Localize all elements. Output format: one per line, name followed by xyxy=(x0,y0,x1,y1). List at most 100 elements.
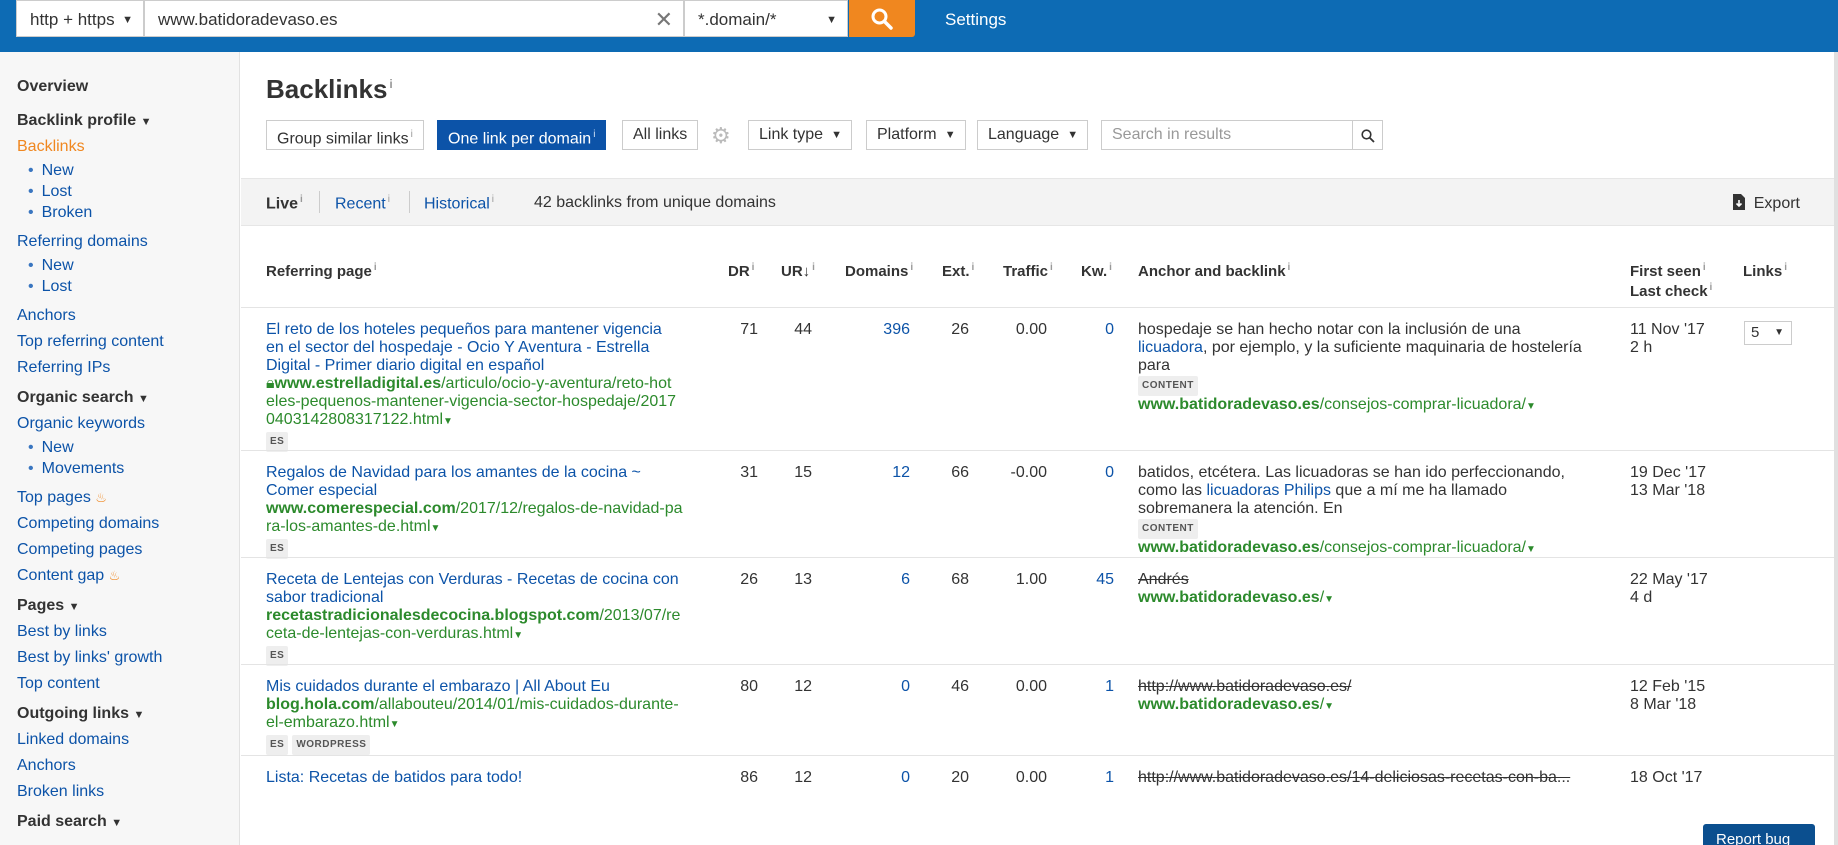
caret-down-icon[interactable]: ▼ xyxy=(1526,401,1536,412)
caret-down-icon[interactable]: ▼ xyxy=(443,416,453,427)
sidebar-item-top-referring-content[interactable]: Top referring content xyxy=(17,329,239,355)
anchor-link[interactable]: licuadoras Philips xyxy=(1206,482,1331,499)
col-first-seen[interactable]: First seen i xyxy=(1630,262,1706,280)
col-referring-page[interactable]: Referring page i xyxy=(266,262,377,280)
kw-value[interactable]: 0 xyxy=(1061,321,1114,339)
domains-value[interactable]: 6 xyxy=(831,571,910,589)
group-similar-links-button[interactable]: Group similar links i xyxy=(266,120,424,150)
col-kw[interactable]: Kw. i xyxy=(1081,262,1112,280)
search-results-button[interactable] xyxy=(1353,120,1383,150)
col-ext[interactable]: Ext. i xyxy=(942,262,974,280)
search-button[interactable] xyxy=(849,0,915,37)
settings-link[interactable]: Settings xyxy=(945,10,1006,30)
referring-page-url[interactable]: 🔒︎www.estrelladigital.es/articulo/ocio-y… xyxy=(266,375,676,428)
url-input[interactable]: www.batidoradevaso.es ✕ xyxy=(144,0,684,37)
search-results-input[interactable]: Search in results xyxy=(1101,120,1353,150)
col-anchor[interactable]: Anchor and backlink i xyxy=(1138,262,1290,280)
sidebar-item-organic-keywords-movements[interactable]: • Movements xyxy=(17,458,239,479)
sidebar-item-organic-keywords[interactable]: Organic keywords xyxy=(17,411,239,437)
one-link-per-domain-button[interactable]: One link per domain i xyxy=(437,120,607,150)
sidebar-section-outgoing-links[interactable]: Outgoing links ▼ xyxy=(17,701,239,727)
sidebar-item-linked-domains[interactable]: Linked domains xyxy=(17,727,239,753)
sidebar-item-backlinks[interactable]: Backlinks xyxy=(17,134,239,160)
kw-value[interactable]: 0 xyxy=(1061,464,1114,482)
backlink-url[interactable]: www.batidoradevaso.es/▼ xyxy=(1138,589,1334,606)
kw-value[interactable]: 1 xyxy=(1061,678,1114,696)
referring-page-title[interactable]: Mis cuidados durante el embarazo | All A… xyxy=(266,678,610,695)
sidebar-item-content-gap[interactable]: Content gap ♨ xyxy=(17,563,239,589)
col-dr[interactable]: DR i xyxy=(728,262,754,280)
col-ur[interactable]: UR↓ i xyxy=(781,262,815,280)
caret-down-icon[interactable]: ▼ xyxy=(1324,594,1334,605)
referring-page-title[interactable]: Lista: Recetas de batidos para todo! xyxy=(266,769,522,786)
sidebar-section-pages[interactable]: Pages ▼ xyxy=(17,593,239,619)
sidebar-item-competing-domains[interactable]: Competing domains xyxy=(17,511,239,537)
export-button[interactable]: Export xyxy=(1732,194,1800,213)
kw-value[interactable]: 45 xyxy=(1061,571,1114,589)
sidebar-item-referring-domains-lost[interactable]: • Lost xyxy=(17,276,239,297)
col-traffic[interactable]: Traffic i xyxy=(1003,262,1053,280)
sidebar-section-organic-search[interactable]: Organic search ▼ xyxy=(17,385,239,411)
backlink-url[interactable]: www.batidoradevaso.es/consejos-comprar-l… xyxy=(1138,396,1536,413)
caret-down-icon[interactable]: ▼ xyxy=(390,719,400,730)
sidebar-section-backlink-profile[interactable]: Backlink profile ▼ xyxy=(17,108,239,134)
sidebar-item-broken-links[interactable]: Broken links xyxy=(17,779,239,805)
scrollbar[interactable] xyxy=(1834,52,1838,845)
referring-page-url[interactable]: www.comerespecial.com/2017/12/regalos-de… xyxy=(266,500,683,535)
link-type-dropdown[interactable]: Link type ▼ xyxy=(748,120,853,150)
mode-select[interactable]: *.domain/* ▼ xyxy=(684,0,848,37)
clear-icon[interactable]: ✕ xyxy=(655,7,673,33)
sidebar-item-top-pages[interactable]: Top pages ♨ xyxy=(17,485,239,511)
referring-page-title[interactable]: Regalos de Navidad para los amantes de l… xyxy=(266,464,641,499)
domains-value[interactable]: 0 xyxy=(831,769,910,787)
tab-live[interactable]: Live i xyxy=(266,194,303,213)
domains-value[interactable]: 396 xyxy=(831,321,910,339)
sidebar-item-overview[interactable]: Overview xyxy=(17,74,239,100)
report-bug-button[interactable]: Report bug xyxy=(1703,824,1815,845)
referring-page-url[interactable]: recetastradicionalesdecocina.blogspot.co… xyxy=(266,607,680,642)
url-value: www.batidoradevaso.es xyxy=(158,10,338,29)
referring-page-title[interactable]: Receta de Lentejas con Verduras - Receta… xyxy=(266,571,679,606)
tab-historical[interactable]: Historical i xyxy=(424,194,494,213)
sidebar-item-backlinks-lost[interactable]: • Lost xyxy=(17,181,239,202)
language-dropdown[interactable]: Language ▼ xyxy=(977,120,1089,150)
sidebar-item-referring-domains[interactable]: Referring domains xyxy=(17,229,239,255)
caret-down-icon[interactable]: ▼ xyxy=(1526,544,1536,555)
sidebar-item-competing-pages[interactable]: Competing pages xyxy=(17,537,239,563)
caret-down-icon[interactable]: ▼ xyxy=(1324,701,1334,712)
sidebar-item-outgoing-anchors[interactable]: Anchors xyxy=(17,753,239,779)
col-last-check[interactable]: Last check i xyxy=(1630,282,1712,300)
sidebar-item-top-content[interactable]: Top content xyxy=(17,671,239,697)
sidebar-item-organic-keywords-new[interactable]: • New xyxy=(17,437,239,458)
sidebar-item-best-by-links[interactable]: Best by links xyxy=(17,619,239,645)
col-links[interactable]: Links i xyxy=(1743,262,1787,280)
sidebar-item-backlinks-new[interactable]: • New xyxy=(17,160,239,181)
backlink-url[interactable]: www.batidoradevaso.es/consejos-comprar-l… xyxy=(1138,539,1536,556)
protocol-select[interactable]: http + https ▼ xyxy=(16,0,144,37)
chevron-down-icon: ▼ xyxy=(826,14,837,26)
kw-value[interactable]: 1 xyxy=(1061,769,1114,787)
ext-value: 68 xyxy=(951,571,969,588)
backlink-url[interactable]: www.batidoradevaso.es/▼ xyxy=(1138,696,1334,713)
domains-value[interactable]: 12 xyxy=(831,464,910,482)
sidebar-item-anchors[interactable]: Anchors xyxy=(17,303,239,329)
referring-page-url[interactable]: blog.hola.com/allabouteu/2014/01/mis-cui… xyxy=(266,696,679,731)
all-links-button[interactable]: All links xyxy=(622,120,699,150)
platform-dropdown[interactable]: Platform ▼ xyxy=(866,120,966,150)
first-seen-cell: 12 Feb '15 8 Mar '18 xyxy=(1630,678,1706,713)
tab-recent[interactable]: Recent i xyxy=(335,194,390,213)
sidebar-section-paid-search[interactable]: Paid search ▼ xyxy=(17,809,239,835)
sidebar-item-best-by-links-growth[interactable]: Best by links' growth xyxy=(17,645,239,671)
sidebar-item-referring-ips[interactable]: Referring IPs xyxy=(17,355,239,381)
caret-down-icon[interactable]: ▼ xyxy=(431,523,441,534)
col-domains[interactable]: Domains i xyxy=(845,262,913,280)
caret-down-icon[interactable]: ▼ xyxy=(513,630,523,641)
gear-icon[interactable]: ⚙ xyxy=(711,123,731,149)
links-select[interactable]: 5 ▼ xyxy=(1744,321,1792,345)
sidebar-item-backlinks-broken[interactable]: • Broken xyxy=(17,202,239,223)
anchor-link[interactable]: licuadora xyxy=(1138,339,1203,356)
referring-page-title[interactable]: El reto de los hoteles pequeños para man… xyxy=(266,321,662,374)
sidebar-item-referring-domains-new[interactable]: • New xyxy=(17,255,239,276)
domains-value[interactable]: 0 xyxy=(831,678,910,696)
traffic-value: 0.00 xyxy=(1015,769,1047,786)
